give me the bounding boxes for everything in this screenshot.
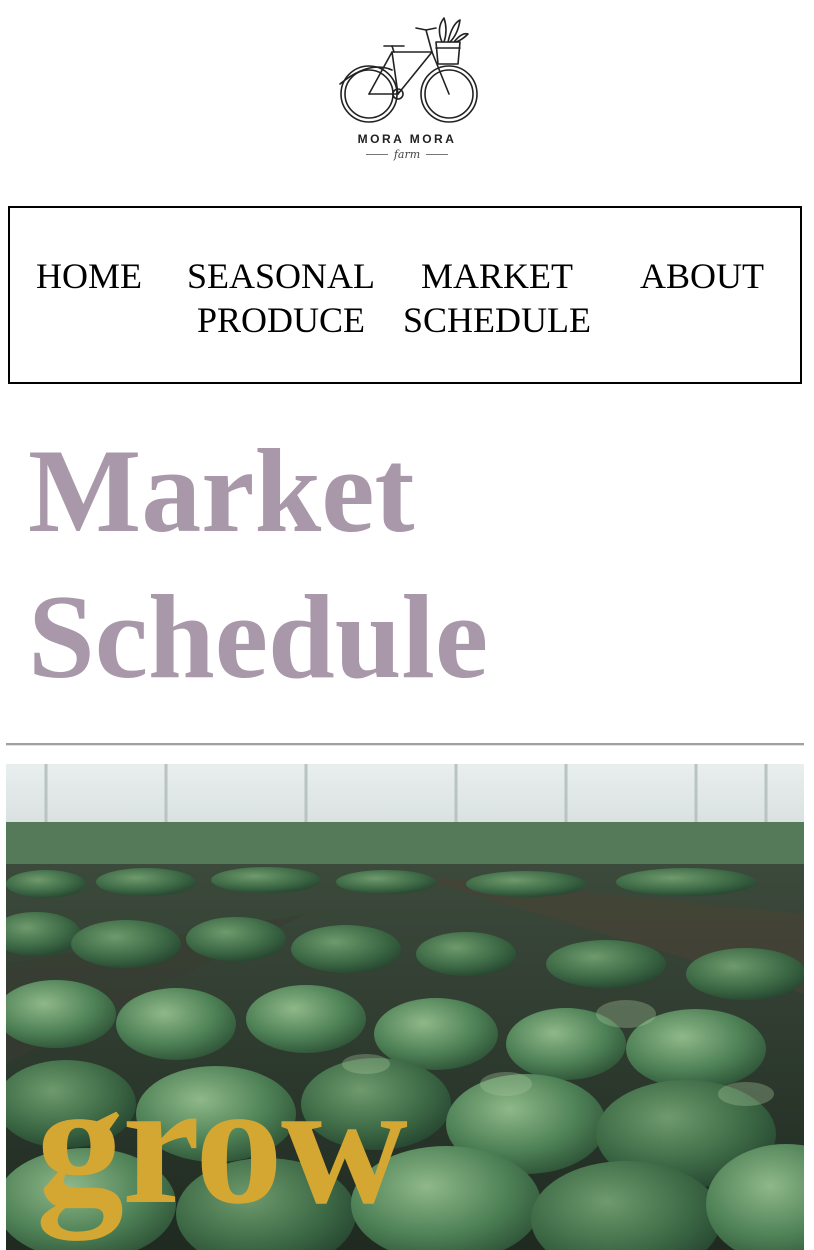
bicycle-logo-icon [339, 17, 478, 123]
farm-logo[interactable]: MORA MORA farm [320, 8, 494, 178]
main-navigation: HOME SEASONAL PRODUCE MARKET SCHEDULE AB… [8, 206, 802, 384]
logo-rule-right [426, 154, 449, 155]
logo-name: MORA MORA [357, 132, 457, 146]
nav-item-market-schedule[interactable]: MARKET SCHEDULE [394, 254, 600, 342]
hero-image: grow [6, 764, 804, 1250]
nav-item-about[interactable]: ABOUT [640, 254, 764, 298]
hero-word: grow [36, 1046, 408, 1241]
logo-rule-left [365, 154, 388, 155]
nav-item-seasonal-produce[interactable]: SEASONAL PRODUCE [170, 254, 392, 342]
logo-subtitle: farm [320, 148, 494, 161]
page-title: Market Schedule [28, 424, 489, 703]
logo-subtitle-text: farm [393, 148, 421, 161]
nav-item-home[interactable]: HOME [36, 254, 142, 298]
divider [6, 743, 804, 745]
